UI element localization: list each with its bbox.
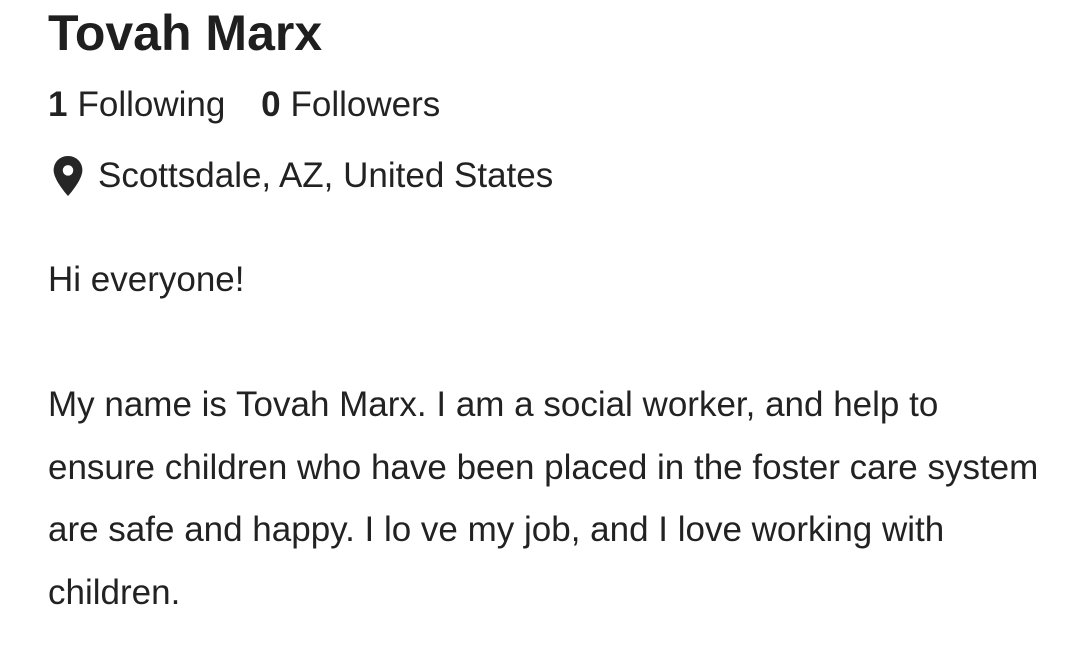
- bio-line: are safe and happy. I lo ve my job, and …: [48, 510, 945, 549]
- bio-line: children.: [48, 572, 181, 612]
- map-pin-icon: [48, 153, 88, 199]
- profile-location: Scottsdale, AZ, United States: [48, 153, 553, 199]
- followers-count: 0: [261, 85, 281, 124]
- profile-name: Tovah Marx: [48, 5, 323, 61]
- profile-stats: 1 Following 0 Followers: [48, 84, 440, 126]
- following-count: 1: [48, 85, 68, 124]
- location-text: Scottsdale, AZ, United States: [98, 156, 554, 195]
- bio-line: My name is Tovah Marx. I am a social wor…: [48, 385, 939, 424]
- following-label: Following: [77, 85, 226, 124]
- bio-line: ensure children who have been placed in …: [48, 447, 1039, 487]
- followers-link[interactable]: 0 Followers: [261, 84, 440, 126]
- profile-bio: Hi everyone! My name is Tovah Marx. I am…: [48, 249, 1080, 624]
- followers-label: Followers: [290, 85, 441, 124]
- following-link[interactable]: 1 Following: [48, 84, 225, 126]
- bio-greeting: Hi everyone!: [48, 260, 245, 299]
